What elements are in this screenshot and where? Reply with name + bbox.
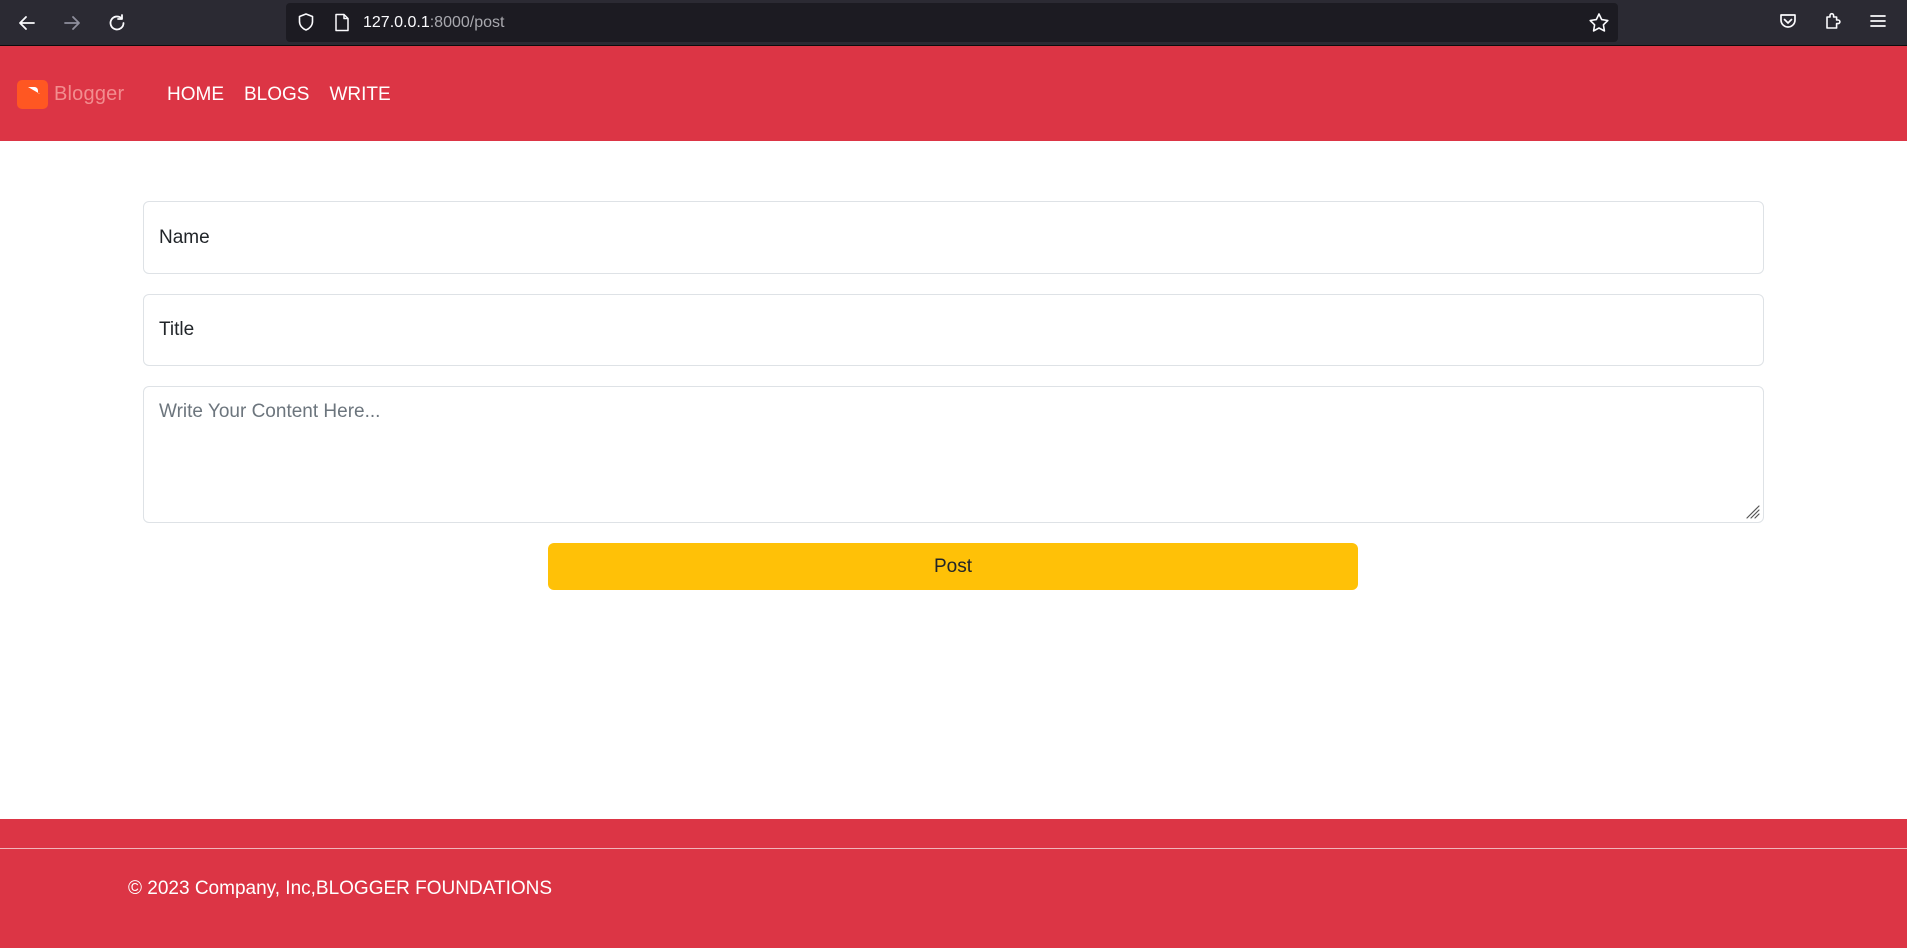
url-host: 127.0.0.1	[363, 14, 430, 31]
page-icon	[335, 13, 349, 32]
address-bar[interactable]: 127.0.0.1:8000/post	[286, 3, 1618, 42]
footer-divider	[0, 848, 1907, 849]
blogger-logo-icon	[17, 79, 48, 109]
forward-button[interactable]	[55, 6, 89, 40]
star-icon[interactable]	[1588, 12, 1610, 34]
url-text[interactable]: 127.0.0.1:8000/post	[363, 14, 504, 32]
resize-grip-icon[interactable]	[1744, 503, 1760, 519]
pocket-button[interactable]	[1776, 9, 1800, 33]
nav-write-link[interactable]: WRITE	[329, 84, 390, 106]
extensions-button[interactable]	[1821, 9, 1845, 33]
app-menu-button[interactable]	[1866, 9, 1890, 33]
browser-toolbar: 127.0.0.1:8000/post	[0, 0, 1907, 46]
arrow-left-icon	[19, 16, 35, 30]
back-button[interactable]	[10, 6, 44, 40]
copyright-text: © 2023 Company, Inc,BLOGGER FOUNDATIONS	[128, 878, 553, 899]
title-input[interactable]	[143, 294, 1764, 366]
reload-button[interactable]	[100, 6, 134, 40]
puzzle-icon	[1826, 12, 1841, 29]
main-nav: HOME BLOGS WRITE	[167, 84, 391, 106]
nav-blogs-link[interactable]: BLOGS	[244, 84, 309, 106]
pocket-icon	[1780, 14, 1796, 28]
shield-icon[interactable]	[296, 12, 316, 32]
site-header: Blogger HOME BLOGS WRITE	[0, 46, 1907, 141]
url-path: :8000/post	[429, 14, 505, 31]
reload-icon	[109, 14, 125, 31]
name-input[interactable]	[143, 201, 1764, 274]
content-textarea[interactable]	[143, 386, 1764, 523]
post-button[interactable]: Post	[548, 543, 1358, 590]
logo-text: Blogger	[54, 82, 125, 105]
site-footer: © 2023 Company, Inc,BLOGGER FOUNDATIONS	[0, 819, 1907, 948]
hamburger-menu-icon	[1870, 15, 1886, 27]
arrow-right-icon	[64, 16, 80, 30]
site-logo[interactable]: Blogger	[17, 79, 124, 109]
nav-home-link[interactable]: HOME	[167, 84, 224, 106]
